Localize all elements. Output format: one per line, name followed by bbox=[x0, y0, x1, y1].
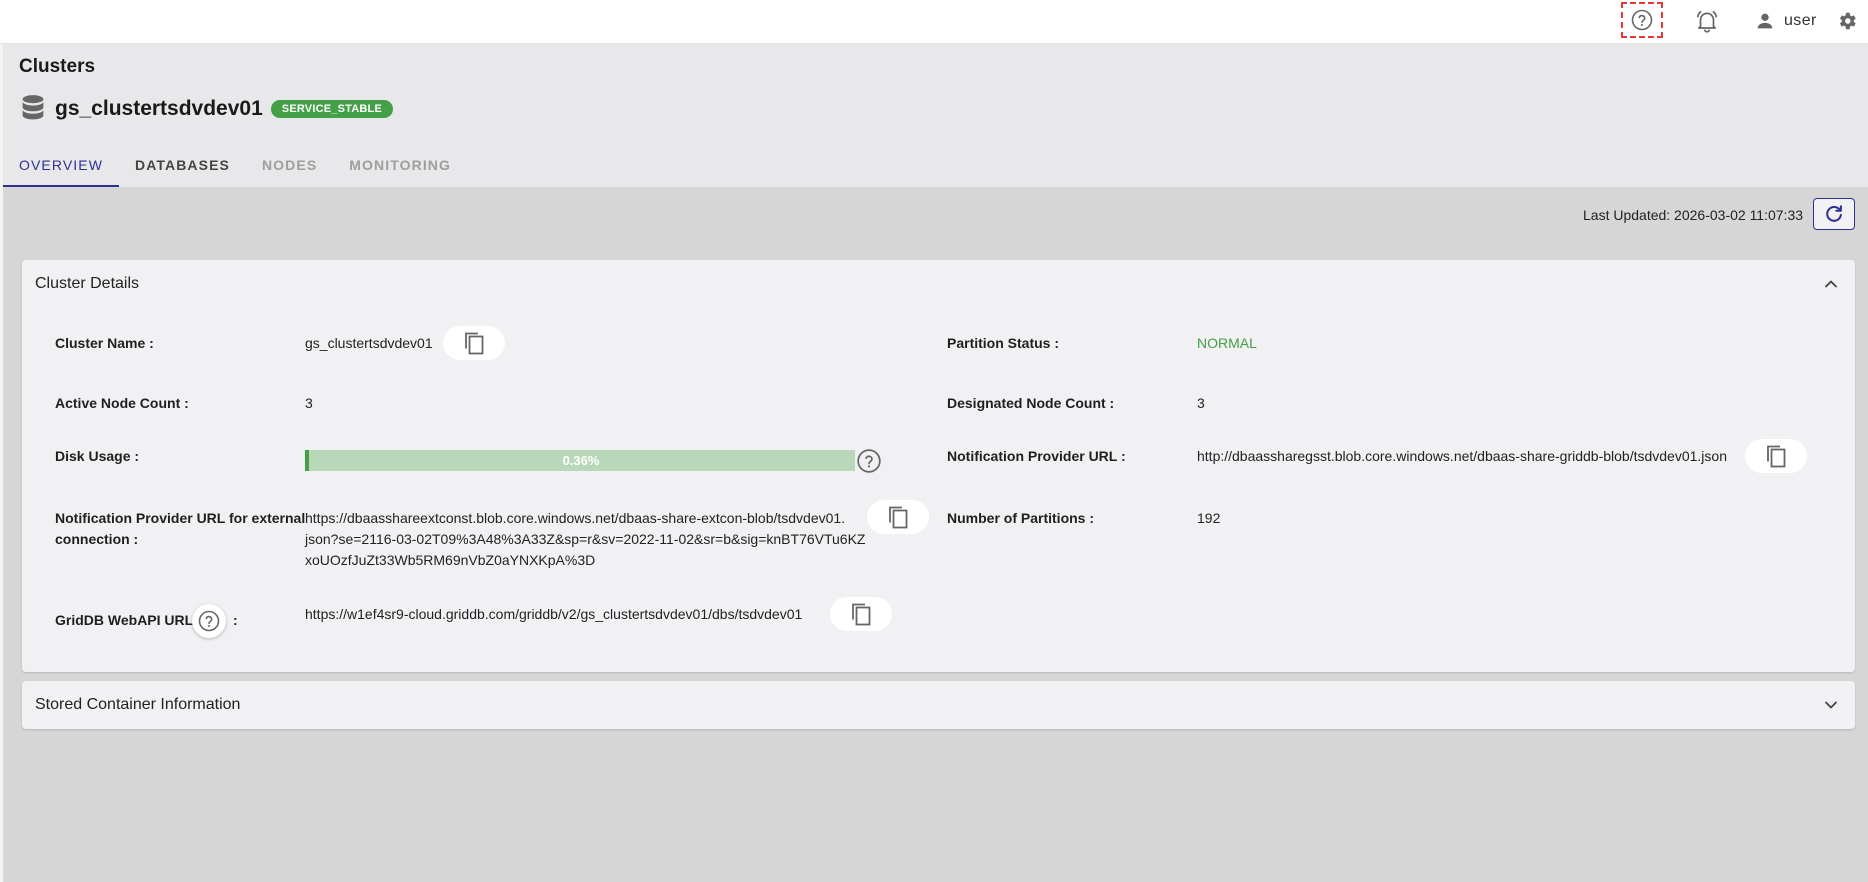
cluster-heading: gs_clustertsdvdev01 SERVICE_STABLE bbox=[19, 94, 393, 124]
webapi-url-colon: : bbox=[233, 612, 238, 628]
copy-cluster-name-button[interactable] bbox=[443, 326, 505, 360]
person-icon bbox=[1757, 13, 1773, 29]
stored-container-panel[interactable]: Stored Container Information bbox=[22, 681, 1855, 729]
refresh-icon bbox=[1826, 205, 1842, 222]
stored-container-title: Stored Container Information bbox=[35, 696, 241, 713]
disk-usage-label: Disk Usage : bbox=[55, 448, 140, 464]
partition-status-value: NORMAL bbox=[1197, 335, 1257, 351]
disk-usage-fill bbox=[307, 450, 309, 471]
designated-node-count-value: 3 bbox=[1197, 395, 1205, 411]
last-updated-text: Last Updated: 2026-03-02 11:07:33 bbox=[1583, 207, 1804, 223]
cluster-details-panel: Cluster Details Cluster Name : gs_cluste… bbox=[22, 260, 1855, 672]
user-label: user bbox=[1784, 12, 1817, 29]
copy-icon bbox=[889, 506, 908, 529]
collapse-button[interactable] bbox=[1821, 274, 1841, 294]
cluster-name-value: gs_clustertsdvdev01 bbox=[305, 335, 433, 351]
notification-url-label: Notification Provider URL : bbox=[947, 448, 1126, 464]
help-circle-icon bbox=[857, 449, 881, 473]
cluster-details-title: Cluster Details bbox=[35, 275, 140, 292]
gear-icon bbox=[1839, 12, 1856, 30]
external-url-value: https://dbaasshareextconst.blob.core.win… bbox=[305, 508, 865, 571]
copy-icon bbox=[852, 603, 871, 626]
settings-button[interactable] bbox=[1834, 8, 1860, 34]
disk-usage-help[interactable] bbox=[855, 447, 883, 475]
partition-status-label: Partition Status : bbox=[947, 335, 1060, 351]
chevron-up-icon bbox=[1825, 280, 1837, 288]
tab-monitoring[interactable]: MONITORING bbox=[333, 144, 467, 187]
help-button[interactable] bbox=[1621, 2, 1663, 38]
copy-notification-url-button[interactable] bbox=[1745, 439, 1807, 473]
copy-external-url-button[interactable] bbox=[867, 500, 929, 534]
bell-icon bbox=[1696, 10, 1718, 33]
external-url-line3: xoUOzfJuZt33Wb5RM69nVbZ0aYNXKpA%3D bbox=[305, 552, 596, 568]
help-circle-icon bbox=[198, 610, 220, 632]
database-icon bbox=[22, 95, 44, 120]
active-node-count-value: 3 bbox=[305, 395, 313, 411]
refresh-button[interactable] bbox=[1813, 198, 1855, 230]
webapi-url-label: GridDB WebAPI URL bbox=[55, 612, 194, 628]
notification-url-value: http://dbaassharegsst.blob.core.windows.… bbox=[1197, 448, 1727, 464]
external-url-label-line1: Notification Provider URL for external bbox=[55, 510, 306, 526]
tab-bar: OVERVIEW DATABASES NODES MONITORING bbox=[3, 144, 467, 187]
cluster-name: gs_clustertsdvdev01 bbox=[55, 97, 263, 120]
page-title: Clusters bbox=[19, 56, 96, 77]
copy-icon bbox=[465, 332, 484, 355]
active-node-count-label: Active Node Count : bbox=[55, 395, 189, 411]
tab-overview[interactable]: OVERVIEW bbox=[3, 144, 120, 187]
status-badge: SERVICE_STABLE bbox=[270, 100, 393, 118]
copy-icon bbox=[1767, 445, 1786, 468]
expand-button[interactable] bbox=[1821, 695, 1841, 715]
number-of-partitions-value: 192 bbox=[1197, 510, 1221, 526]
external-url-label: Notification Provider URL for external c… bbox=[55, 508, 305, 550]
cluster-name-label: Cluster Name : bbox=[55, 335, 154, 351]
external-url-line2: json?se=2116-03-02T09%3A48%3A33Z&sp=r&sv… bbox=[305, 531, 866, 547]
notifications-button[interactable] bbox=[1692, 7, 1722, 35]
top-app-bar: user bbox=[0, 0, 1868, 44]
page-header: Clusters gs_clustertsdvdev01 SERVICE_STA… bbox=[3, 44, 1868, 187]
external-url-line1: https://dbaasshareextconst.blob.core.win… bbox=[305, 510, 846, 526]
copy-webapi-url-button[interactable] bbox=[830, 597, 892, 631]
chevron-down-icon bbox=[1825, 701, 1837, 709]
user-menu[interactable]: user bbox=[1754, 8, 1817, 34]
number-of-partitions-label: Number of Partitions : bbox=[947, 510, 1095, 526]
webapi-help-button[interactable] bbox=[192, 604, 226, 638]
tab-databases[interactable]: DATABASES bbox=[119, 144, 246, 187]
help-circle-icon bbox=[1631, 9, 1653, 31]
designated-node-count-label: Designated Node Count : bbox=[947, 395, 1115, 411]
webapi-url-value: https://w1ef4sr9-cloud.griddb.com/griddb… bbox=[305, 606, 803, 622]
disk-usage-text: 0.36% bbox=[562, 453, 600, 468]
external-url-label-line2: connection : bbox=[55, 531, 139, 547]
disk-usage-bar: 0.36% bbox=[305, 450, 855, 471]
tab-nodes[interactable]: NODES bbox=[246, 144, 333, 187]
